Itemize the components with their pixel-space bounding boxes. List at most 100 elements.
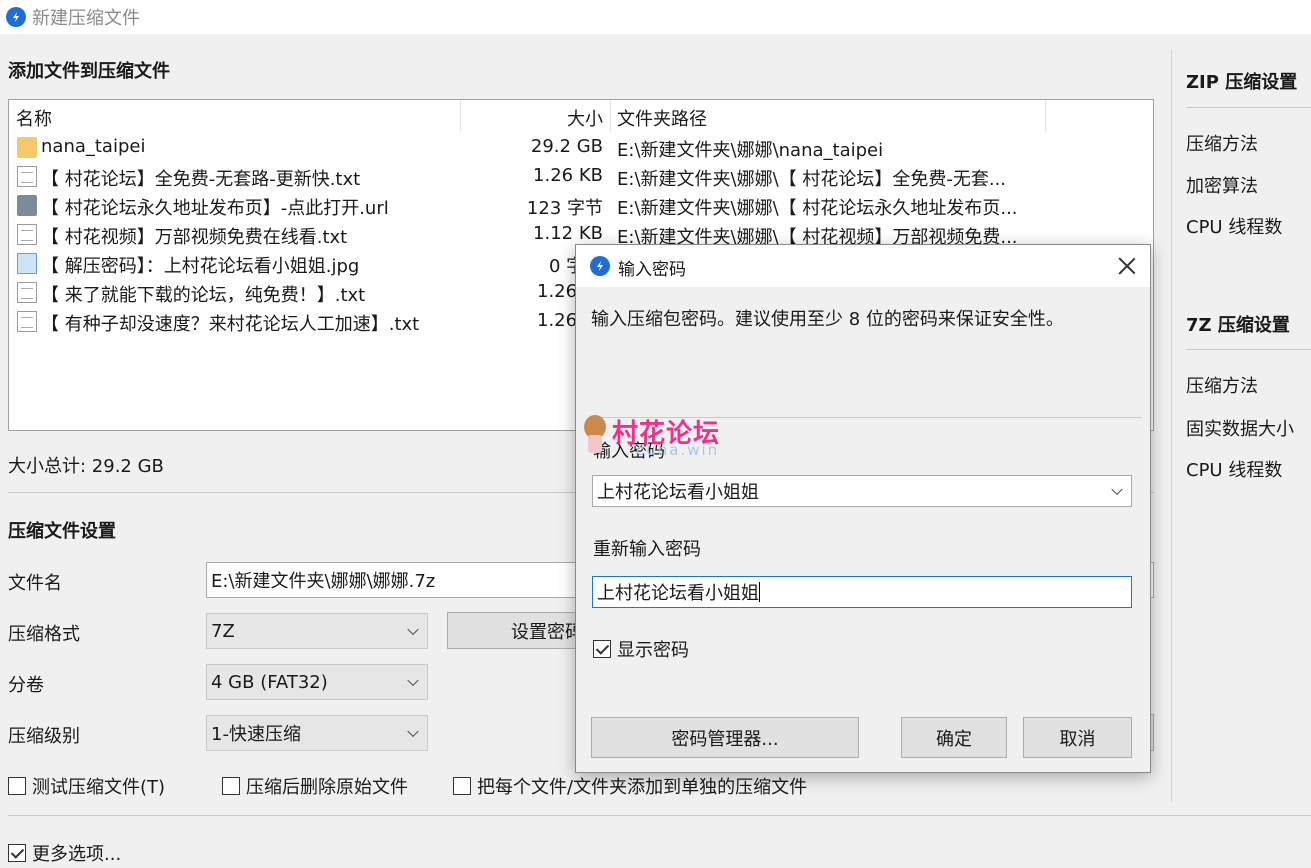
window-title: 新建压缩文件 xyxy=(32,8,140,29)
chevron-down-icon xyxy=(407,725,419,738)
file-row[interactable]: 【 村花论坛】全免费-无套路-更新快.txt 1.26 KB E:\新建文件夹\… xyxy=(9,162,1153,191)
column-path-header[interactable]: 文件夹路径 xyxy=(617,105,707,131)
mascot-body-icon xyxy=(588,435,602,453)
more-options-label: 更多选项... xyxy=(32,844,122,865)
dialog-title: 输入密码 xyxy=(618,260,686,280)
text-file-icon xyxy=(17,282,37,303)
password-value: 上村花论坛看小姐姐 xyxy=(597,482,759,503)
zip-encryption-item[interactable]: 加密算法 xyxy=(1186,172,1258,198)
column-divider[interactable] xyxy=(460,100,461,132)
separate-archives-label: 把每个文件/文件夹添加到单独的压缩文件 xyxy=(477,777,808,798)
checkbox-box[interactable] xyxy=(8,777,26,795)
file-row[interactable]: nana_taipei 29.2 GB E:\新建文件夹\娜娜\nana_tai… xyxy=(9,133,1153,162)
cancel-button[interactable]: 取消 xyxy=(1023,717,1132,758)
text-file-icon xyxy=(17,311,37,332)
separate-archives-checkbox[interactable]: 把每个文件/文件夹添加到单独的压缩文件 xyxy=(453,773,807,799)
dialog-description: 输入压缩包密码。建议使用至少 8 位的密码来保证安全性。 xyxy=(591,309,1064,330)
section-divider xyxy=(8,815,1311,816)
7z-threads-item[interactable]: CPU 线程数 xyxy=(1186,456,1282,482)
file-size: 1.26 xyxy=(537,310,578,331)
chevron-down-icon xyxy=(407,674,419,687)
delete-after-label: 压缩后删除原始文件 xyxy=(246,777,408,798)
volume-select[interactable]: 4 GB (FAT32) xyxy=(206,664,428,700)
watermark-logo: 村花论坛 cuna.win xyxy=(584,411,744,461)
app-logo-icon xyxy=(590,256,610,276)
chevron-down-icon xyxy=(407,623,419,636)
zip-threads-item[interactable]: CPU 线程数 xyxy=(1186,213,1282,239)
file-name: 【 有种子却没速度？来村花论坛人工加速】.txt xyxy=(41,314,420,335)
text-caret xyxy=(759,582,760,602)
panel-divider xyxy=(1186,107,1311,108)
file-path: E:\新建文件夹\娜娜\【 村花论坛永久地址发布页... xyxy=(617,198,1018,219)
column-divider[interactable] xyxy=(610,100,611,132)
format-select[interactable]: 7Z xyxy=(206,613,428,649)
7z-settings-title: 7Z 压缩设置 xyxy=(1186,315,1290,336)
close-icon[interactable] xyxy=(1118,257,1136,275)
add-files-title: 添加文件到压缩文件 xyxy=(8,61,170,82)
file-name: 【 来了就能下载的论坛，纯免费！】.txt xyxy=(41,285,366,306)
reenter-password-input[interactable]: 上村花论坛看小姐姐 xyxy=(592,576,1132,608)
more-options-checkbox[interactable]: 更多选项... xyxy=(8,840,121,866)
folder-icon xyxy=(17,137,37,158)
filename-value: E:\新建文件夹\娜娜\娜娜.7z xyxy=(211,571,436,592)
file-size: 29.2 GB xyxy=(530,136,603,157)
file-name: 【 村花视频】万部视频免费在线看.txt xyxy=(41,227,348,248)
level-value: 1-快速压缩 xyxy=(211,724,301,745)
password-manager-label: 密码管理器... xyxy=(671,728,779,750)
file-name: 【 村花论坛】全免费-无套路-更新快.txt xyxy=(41,169,361,190)
file-name: 【 村花论坛永久地址发布页】-点此打开.url xyxy=(41,198,389,219)
chevron-down-icon[interactable] xyxy=(1111,483,1123,496)
watermark-subtext: cuna.win xyxy=(636,441,720,459)
reenter-password-value: 上村花论坛看小姐姐 xyxy=(597,583,759,604)
delete-after-checkbox[interactable]: 压缩后删除原始文件 xyxy=(222,773,408,799)
checkbox-box[interactable] xyxy=(453,777,471,795)
window-titlebar: 新建压缩文件 xyxy=(0,0,1311,34)
show-password-checkbox[interactable]: 显示密码 xyxy=(593,636,689,662)
file-size: 1.26 KB xyxy=(533,165,603,186)
cancel-label: 取消 xyxy=(1059,728,1096,750)
settings-title: 压缩文件设置 xyxy=(8,521,116,542)
format-label: 压缩格式 xyxy=(8,624,80,645)
file-size: 1.26 xyxy=(537,281,578,302)
password-manager-button[interactable]: 密码管理器... xyxy=(591,717,859,758)
file-name: 【 解压密码】：上村花论坛看小姐姐.jpg xyxy=(41,256,360,277)
checkbox-box[interactable] xyxy=(593,640,611,658)
total-size: 大小总计: 29.2 GB xyxy=(8,456,164,477)
checkbox-box[interactable] xyxy=(222,777,240,795)
7z-method-item[interactable]: 压缩方法 xyxy=(1186,372,1258,398)
volume-value: 4 GB (FAT32) xyxy=(211,671,328,693)
column-divider[interactable] xyxy=(1045,100,1046,132)
app-logo-icon xyxy=(6,7,26,27)
file-path: E:\新建文件夹\娜娜\nana_taipei xyxy=(617,140,884,161)
password-dialog[interactable]: 输入密码 输入压缩包密码。建议使用至少 8 位的密码来保证安全性。 输入密码 村… xyxy=(575,244,1151,773)
text-file-icon xyxy=(17,224,37,245)
ok-button[interactable]: 确定 xyxy=(901,717,1007,758)
column-name-header[interactable]: 名称 xyxy=(16,105,52,131)
test-archive-label: 测试压缩文件(T) xyxy=(32,777,166,798)
panel-divider xyxy=(1186,349,1311,350)
file-row[interactable]: 【 村花论坛永久地址发布页】-点此打开.url 123 字节 E:\新建文件夹\… xyxy=(9,191,1153,220)
set-password-label: 设置密码 xyxy=(511,621,583,643)
image-file-icon xyxy=(17,253,37,274)
url-file-icon xyxy=(17,195,37,216)
7z-solid-size-item[interactable]: 固实数据大小 xyxy=(1186,415,1294,441)
column-size-header[interactable]: 大小 xyxy=(567,105,603,131)
right-settings-panel: ZIP 压缩设置 压缩方法 加密算法 CPU 线程数 7Z 压缩设置 压缩方法 … xyxy=(1171,50,1311,802)
level-label: 压缩级别 xyxy=(8,726,80,747)
show-password-label: 显示密码 xyxy=(617,640,689,661)
checkbox-box[interactable] xyxy=(8,844,26,862)
volume-label: 分卷 xyxy=(8,675,44,696)
file-name: nana_taipei xyxy=(41,136,146,157)
file-list-header: 名称 大小 文件夹路径 xyxy=(9,100,1153,132)
format-value: 7Z xyxy=(211,620,235,642)
password-combo[interactable]: 上村花论坛看小姐姐 xyxy=(592,475,1132,507)
ok-label: 确定 xyxy=(936,728,972,750)
dialog-titlebar: 输入密码 xyxy=(576,245,1150,287)
filename-label: 文件名 xyxy=(8,573,62,594)
file-size: 123 字节 xyxy=(526,198,603,219)
file-size: 1.12 KB xyxy=(533,223,603,244)
zip-method-item[interactable]: 压缩方法 xyxy=(1186,130,1258,156)
level-select[interactable]: 1-快速压缩 xyxy=(206,715,428,751)
test-archive-checkbox[interactable]: 测试压缩文件(T) xyxy=(8,773,165,799)
file-path: E:\新建文件夹\娜娜\【 村花论坛】全免费-无套... xyxy=(617,169,1007,190)
